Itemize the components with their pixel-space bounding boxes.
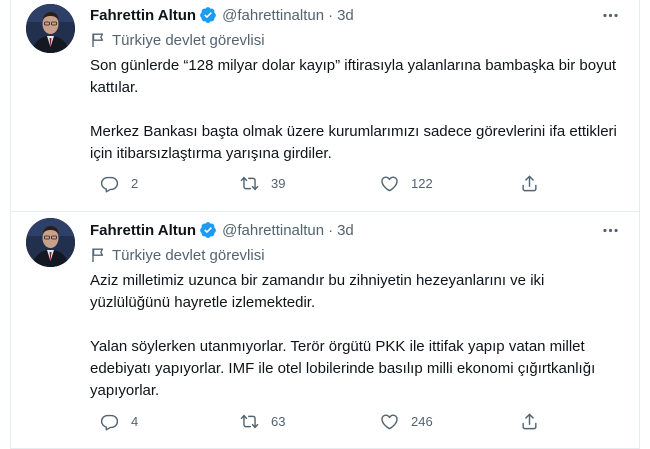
separator-dot: · xyxy=(328,221,334,239)
tweet-text: Son günlerde “128 milyar dolar kayıp” if… xyxy=(90,55,625,165)
tweet-timestamp[interactable]: 3d xyxy=(337,222,354,239)
reply-icon xyxy=(100,414,119,431)
tweet-paragraph: Merkez Bankası başta olmak üzere kurumla… xyxy=(90,123,617,162)
verified-badge-icon xyxy=(200,7,216,23)
more-options-icon xyxy=(602,13,618,17)
retweet-button[interactable]: 39 xyxy=(240,171,285,195)
separator-dot: · xyxy=(328,6,334,24)
reply-icon xyxy=(100,176,119,193)
like-icon xyxy=(381,175,398,191)
avatar[interactable] xyxy=(26,218,75,267)
like-icon xyxy=(381,413,398,429)
government-flag-icon xyxy=(92,248,104,262)
like-count: 246 xyxy=(411,413,433,429)
tweet-header: Fahrettin Altun @fahrettinaltun · 3d xyxy=(90,219,354,241)
more-options-button[interactable] xyxy=(598,220,622,240)
like-count: 122 xyxy=(411,175,433,191)
retweet-count: 39 xyxy=(271,175,286,191)
avatar[interactable] xyxy=(26,4,75,53)
reply-button[interactable]: 2 xyxy=(100,171,138,195)
retweet-button[interactable]: 63 xyxy=(240,409,285,433)
like-button[interactable]: 122 xyxy=(380,171,433,195)
tweet-paragraph: Aziz milletimiz uzunca bir zamandır bu z… xyxy=(90,272,545,311)
tweet-paragraph: Son günlerde “128 milyar dolar kayıp” if… xyxy=(90,57,617,96)
retweet-icon xyxy=(240,176,259,190)
share-icon xyxy=(522,413,537,429)
like-button[interactable]: 246 xyxy=(380,409,433,433)
account-label[interactable]: Türkiye devlet görevlisi xyxy=(90,30,265,50)
tweet-timestamp[interactable]: 3d xyxy=(337,7,354,24)
account-label-text: Türkiye devlet görevlisi xyxy=(112,246,265,264)
share-button[interactable] xyxy=(520,171,539,195)
tweet[interactable]: Fahrettin Altun @fahrettinaltun · 3d Tür… xyxy=(10,0,640,212)
more-options-icon xyxy=(602,228,618,232)
reply-button[interactable]: 4 xyxy=(100,409,138,433)
reply-count: 4 xyxy=(131,413,139,429)
verified-badge-icon xyxy=(200,222,216,238)
government-flag-icon xyxy=(92,33,104,47)
share-icon xyxy=(522,175,537,191)
retweet-count: 63 xyxy=(271,413,286,429)
tweet-header: Fahrettin Altun @fahrettinaltun · 3d xyxy=(90,4,354,26)
share-button[interactable] xyxy=(520,409,539,433)
retweet-icon xyxy=(240,414,259,428)
author-name[interactable]: Fahrettin Altun xyxy=(90,7,196,24)
more-options-button[interactable] xyxy=(598,5,622,25)
reply-count: 2 xyxy=(131,175,139,191)
tweet[interactable]: Fahrettin Altun @fahrettinaltun · 3d Tür… xyxy=(10,212,640,449)
author-handle[interactable]: @fahrettinaltun xyxy=(222,222,324,239)
tweet-paragraph: Yalan söylerken utanmıyorlar. Terör örgü… xyxy=(90,338,596,399)
account-label-text: Türkiye devlet görevlisi xyxy=(112,31,265,49)
account-label[interactable]: Türkiye devlet görevlisi xyxy=(90,245,265,265)
author-handle[interactable]: @fahrettinaltun xyxy=(222,7,324,24)
author-name[interactable]: Fahrettin Altun xyxy=(90,222,196,239)
tweet-text: Aziz milletimiz uzunca bir zamandır bu z… xyxy=(90,270,625,402)
